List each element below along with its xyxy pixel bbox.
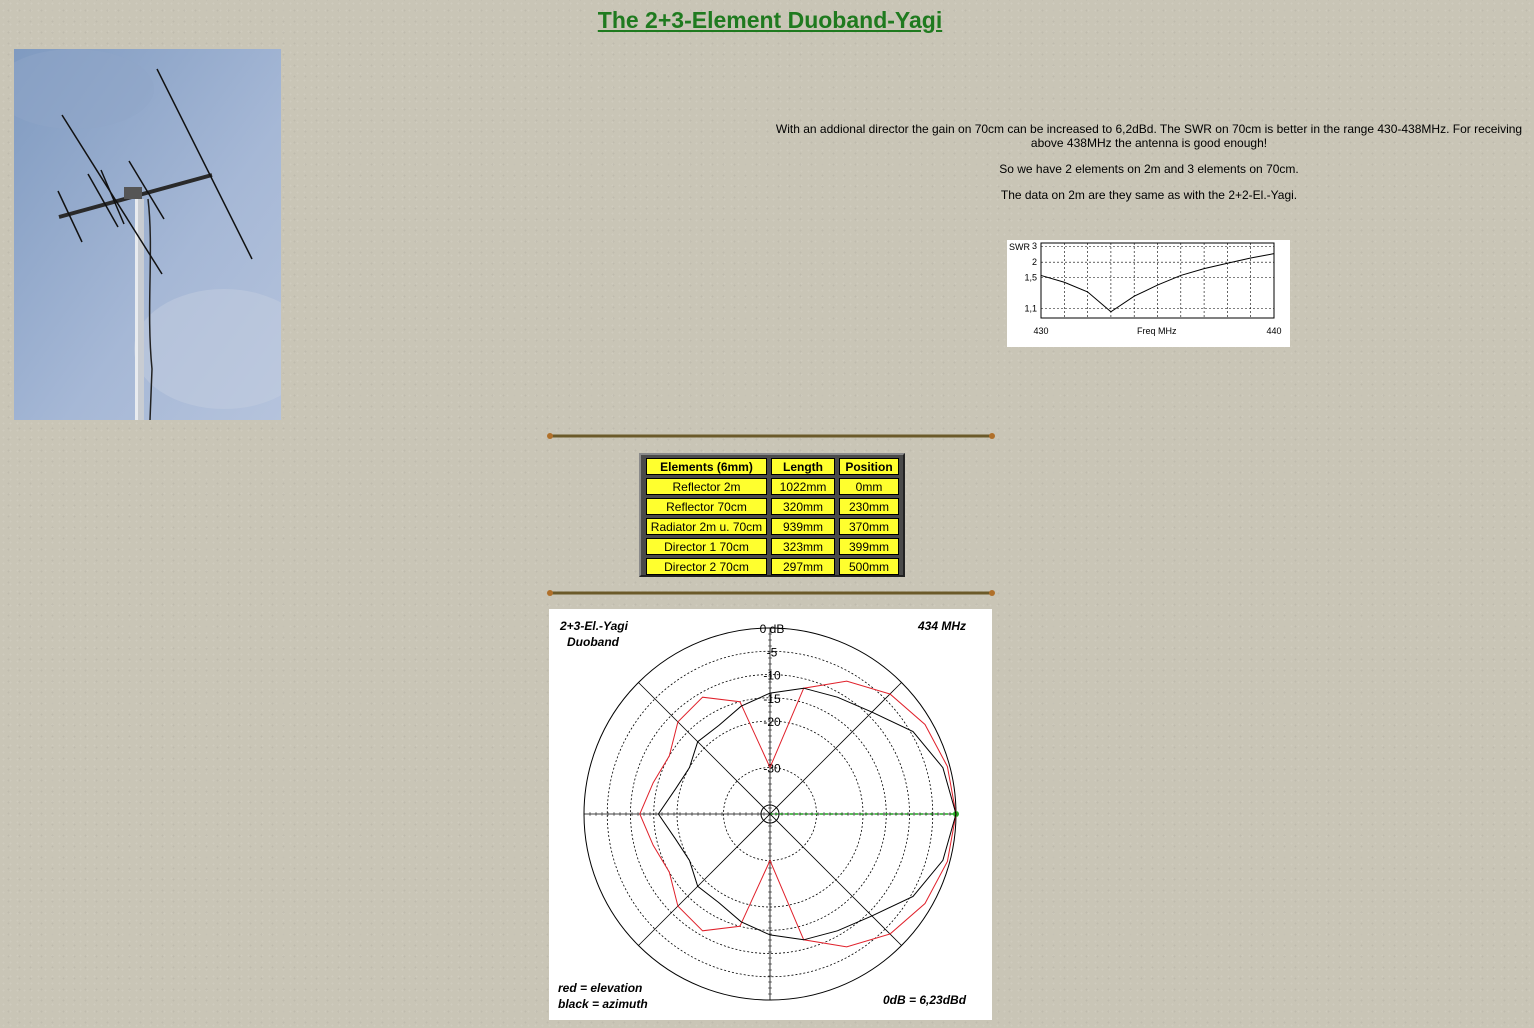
table-cell: 1022mm — [771, 478, 835, 495]
swr-grid — [1040, 242, 1275, 319]
page-title[interactable]: The 2+3-Element Duoband-Yagi — [0, 7, 1534, 34]
table-cell: Reflector 2m — [646, 478, 767, 495]
table-cell: 399mm — [839, 538, 899, 555]
swr-y-tick-label: 1,5 — [1024, 273, 1037, 283]
polar-ring-label: -5 — [767, 645, 778, 659]
polar-ring-label: 0 dB — [760, 622, 785, 636]
table-cell: Director 2 70cm — [646, 558, 767, 575]
table-header: Elements (6mm) — [646, 458, 767, 475]
swr-x-tick-label: 440 — [1266, 326, 1281, 336]
swr-y-tick-label: 3 — [1032, 241, 1037, 251]
swr-chart: SWR Freq MHz 3 2 1,5 1,1 430 440 — [1007, 240, 1290, 347]
description-paragraph-3: The data on 2m are they same as with the… — [1000, 188, 1298, 202]
polar-radiation-chart: 0 dB -5 -10 -15 -20 -30 2+3-El.-Yagi Duoband … — [549, 609, 992, 1020]
polar-ring-label: -20 — [763, 715, 781, 729]
polar-ring-label: -15 — [763, 692, 781, 706]
divider-rule — [547, 590, 995, 596]
legend-elevation: red = elevation — [558, 981, 642, 995]
table-header: Position — [839, 458, 899, 475]
table-cell: 323mm — [771, 538, 835, 555]
yagi-antenna-photo — [14, 49, 281, 420]
polar-title-line-1: 2+3-El.-Yagi — [559, 619, 629, 633]
polar-ring-label: -10 — [763, 669, 781, 683]
polar-frequency: 434 MHz — [917, 619, 966, 633]
table-cell: Reflector 70cm — [646, 498, 767, 515]
table-cell: 500mm — [839, 558, 899, 575]
table-row: Reflector 70cm 320mm 230mm — [646, 498, 899, 515]
divider-rule — [547, 433, 995, 439]
swr-y-ticks: 3 2 1,5 1,1 — [1024, 241, 1037, 313]
swr-y-tick-label: 2 — [1032, 257, 1037, 267]
table-cell: 0mm — [839, 478, 899, 495]
table-row: Radiator 2m u. 70cm 939mm 370mm — [646, 518, 899, 535]
table-row: Director 2 70cm 297mm 500mm — [646, 558, 899, 575]
swr-ylabel: SWR — [1009, 242, 1030, 252]
table-cell: 230mm — [839, 498, 899, 515]
description-paragraph-2: So we have 2 elements on 2m and 3 elemen… — [999, 162, 1299, 176]
table-cell: 320mm — [771, 498, 835, 515]
table-cell: 370mm — [839, 518, 899, 535]
polar-title-line-2: Duoband — [567, 635, 620, 649]
swr-xlabel: Freq MHz — [1137, 326, 1177, 336]
table-header: Length — [771, 458, 835, 475]
elements-table: Elements (6mm) Length Position Reflector… — [639, 453, 905, 577]
swr-y-tick-label: 1,1 — [1024, 303, 1037, 313]
table-row: Director 1 70cm 323mm 399mm — [646, 538, 899, 555]
legend-azimuth: black = azimuth — [558, 997, 648, 1011]
swr-x-tick-label: 430 — [1033, 326, 1048, 336]
description-paragraph-1: With an addional director the gain on 70… — [775, 122, 1523, 150]
table-cell: Director 1 70cm — [646, 538, 767, 555]
table-cell: Radiator 2m u. 70cm — [646, 518, 767, 535]
polar-reference: 0dB = 6,23dBd — [883, 993, 967, 1007]
table-row: Reflector 2m 1022mm 0mm — [646, 478, 899, 495]
table-cell: 297mm — [771, 558, 835, 575]
table-cell: 939mm — [771, 518, 835, 535]
